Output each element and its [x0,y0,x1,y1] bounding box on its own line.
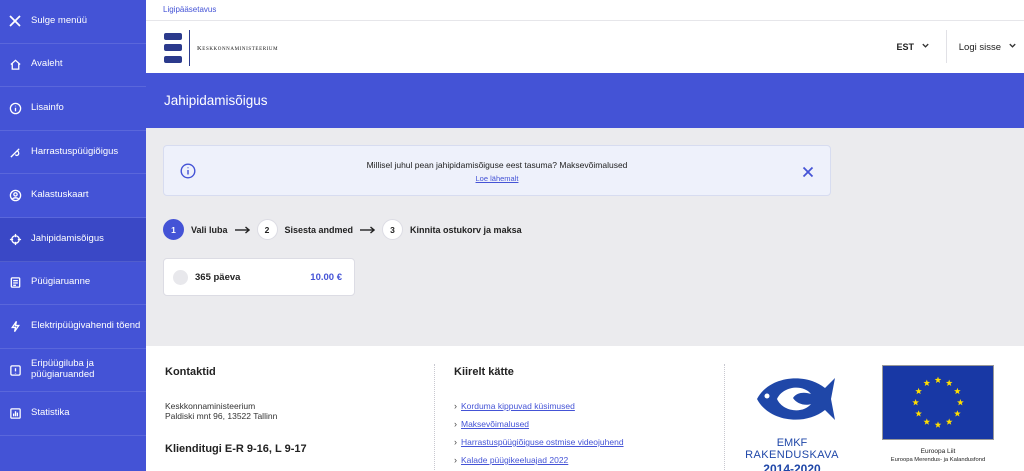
logo-text: Keskkonnaministeerium [197,44,279,52]
chevron-right-icon: › [454,419,457,429]
header-separator [946,30,947,63]
eu-logo: Euroopa Liit Euroopa Merendus- ja Kaland… [881,365,995,463]
alert-icon [8,363,22,377]
lightning-icon [8,319,22,333]
sidebar-item-avaleht[interactable]: Avaleht [0,44,146,88]
closed-seasons-link[interactable]: Kalade püügikeeluajad 2022 [461,455,568,465]
payment-options-link[interactable]: Maksevõimalused [461,419,529,429]
info-icon [8,101,22,115]
language-label: EST [896,41,914,52]
list-item: › Korduma kippuvad küsimused [454,401,704,411]
login-button[interactable]: Logi sisse [959,41,1017,53]
chevron-right-icon: › [454,455,457,465]
chevron-down-icon [1008,41,1017,53]
sidebar: Sulge menüü Avaleht Lisainfo Harrastuspü… [0,0,146,471]
arrow-right-icon [360,225,376,234]
footer-quick-links: Kiirelt kätte › Korduma kippuvad küsimuse… [454,366,704,471]
sidebar-item-statistika[interactable]: Statistika [0,392,146,436]
address-line-1: Keskkonnaministeerium [165,401,256,411]
footer: Kontaktid Keskkonnaministeerium Paldiski… [146,346,1024,471]
option-price: 10.00 € [310,271,342,283]
chart-icon [8,407,22,421]
list-item: › Kalade püügikeeluajad 2022 [454,455,704,465]
sidebar-item-eripuugiluba[interactable]: Eripüügiluba ja püügiaruanded [0,349,146,393]
sidebar-item-label: Elektripüügivahendi tõend [31,319,141,331]
language-selector[interactable]: EST [896,41,930,52]
home-icon [8,58,22,72]
sidebar-item-kalastuskaart[interactable]: Kalastuskaart [0,174,146,218]
option-label: 365 päeva [195,271,241,283]
arrow-right-icon [234,225,250,234]
close-icon [802,166,814,178]
step-1-label: Vali luba [191,224,228,235]
top-header: Ligipääsetavus Keskkonnaministeerium EST… [146,0,1024,73]
login-label: Logi sisse [958,41,1001,53]
close-menu-label: Sulge menüü [31,14,87,26]
sidebar-item-puugiaruanne[interactable]: Püügiaruanne [0,262,146,306]
user-icon [8,189,22,203]
step-1-number: 1 [163,219,184,240]
step-3-label: Kinnita ostukorv ja maksa [410,224,522,235]
support-hours: Klienditugi E-R 9-16, L 9-17 [165,443,307,456]
eu-fund-caption: Euroopa Merendus- ja Kalandusfond [890,457,986,463]
close-notice-button[interactable] [802,165,814,178]
chevron-down-icon [921,41,930,52]
footer-contacts: Kontaktid Keskkonnaministeerium Paldiski… [165,366,415,455]
address-line-2: Paldiski mnt 96, 13522 Tallinn [165,411,278,422]
crosshair-icon [8,232,22,246]
chevron-right-icon: › [454,437,457,447]
contacts-title: Kontaktid [165,366,216,378]
ministry-logo[interactable]: Keskkonnaministeerium [163,30,278,66]
chevron-right-icon: › [454,401,457,411]
list-item: › Maksevõimalused [454,419,704,429]
emkf-subtitle: RAKENDUSKAVA [745,449,839,461]
option-radio[interactable] [173,269,188,285]
report-icon [8,276,22,290]
emkf-years: 2014-2020 [763,462,821,471]
page-title: Jahipidamisõigus [164,93,268,108]
eu-flag-icon [882,365,994,440]
list-item: › Harrastuspüügiõiguse ostmise videojuhen… [454,437,704,447]
video-guide-link[interactable]: Harrastuspüügiõiguse ostmise videojuhend [461,437,624,447]
sidebar-item-label: Statistika [31,407,70,419]
read-more-link[interactable]: Loe lähemalt [476,174,519,183]
emkf-logo: EMKF RAKENDUSKAVA 2014-2020 [737,368,847,471]
fish-logo-icon [757,378,835,420]
permit-option-card[interactable]: 365 päeva 10.00 € [163,258,355,296]
sidebar-item-label: Avaleht [31,58,63,70]
step-2-number: 2 [256,219,278,240]
checkout-steps: 1 Vali luba 2 Sisesta andmed 3 Kinnita o… [163,219,522,240]
accessibility-link[interactable]: Ligipääsetavus [163,5,216,14]
info-notice: Millisel juhul pean jahipidamisõiguse ee… [163,145,831,196]
close-icon [8,14,22,28]
sidebar-item-label: Harrastuspüügiõigus [31,145,119,157]
sidebar-item-jahipidamisoigus[interactable]: Jahipidamisõigus [0,217,146,262]
sidebar-item-elektripuugivahendi-toend[interactable]: Elektripüügivahendi tõend [0,305,146,349]
sidebar-item-harrastuspuugioigus[interactable]: Harrastuspüügiõigus [0,131,146,175]
step-3-number: 3 [382,219,404,240]
logo-divider [189,30,190,66]
emkf-title: EMKF [776,437,808,449]
notice-message: Millisel juhul pean jahipidamisõiguse ee… [366,160,628,170]
quick-links-title: Kiirelt kätte [454,366,514,378]
address: Keskkonnaministeerium Paldiski mnt 96, 1… [165,401,415,421]
coat-of-arms-icon [163,31,183,65]
fishing-rod-icon [8,145,22,159]
sidebar-item-label: Jahipidamisõigus [31,232,104,244]
footer-divider [434,364,435,471]
header-divider [146,20,1024,21]
eu-caption: Euroopa Liit [920,448,956,455]
sidebar-item-label: Kalastuskaart [31,189,89,201]
close-menu-button[interactable]: Sulge menüü [0,0,146,44]
faq-link[interactable]: Korduma kippuvad küsimused [461,401,575,411]
sidebar-item-label: Püügiaruanne [31,276,91,288]
sidebar-item-label: Eripüügiluba ja püügiaruanded [31,358,95,381]
sidebar-item-label: Lisainfo [31,102,64,114]
footer-divider [724,364,725,471]
step-2-label: Sisesta andmed [284,224,354,235]
page-title-band: Jahipidamisõigus [146,73,1024,128]
sidebar-item-lisainfo[interactable]: Lisainfo [0,87,146,131]
